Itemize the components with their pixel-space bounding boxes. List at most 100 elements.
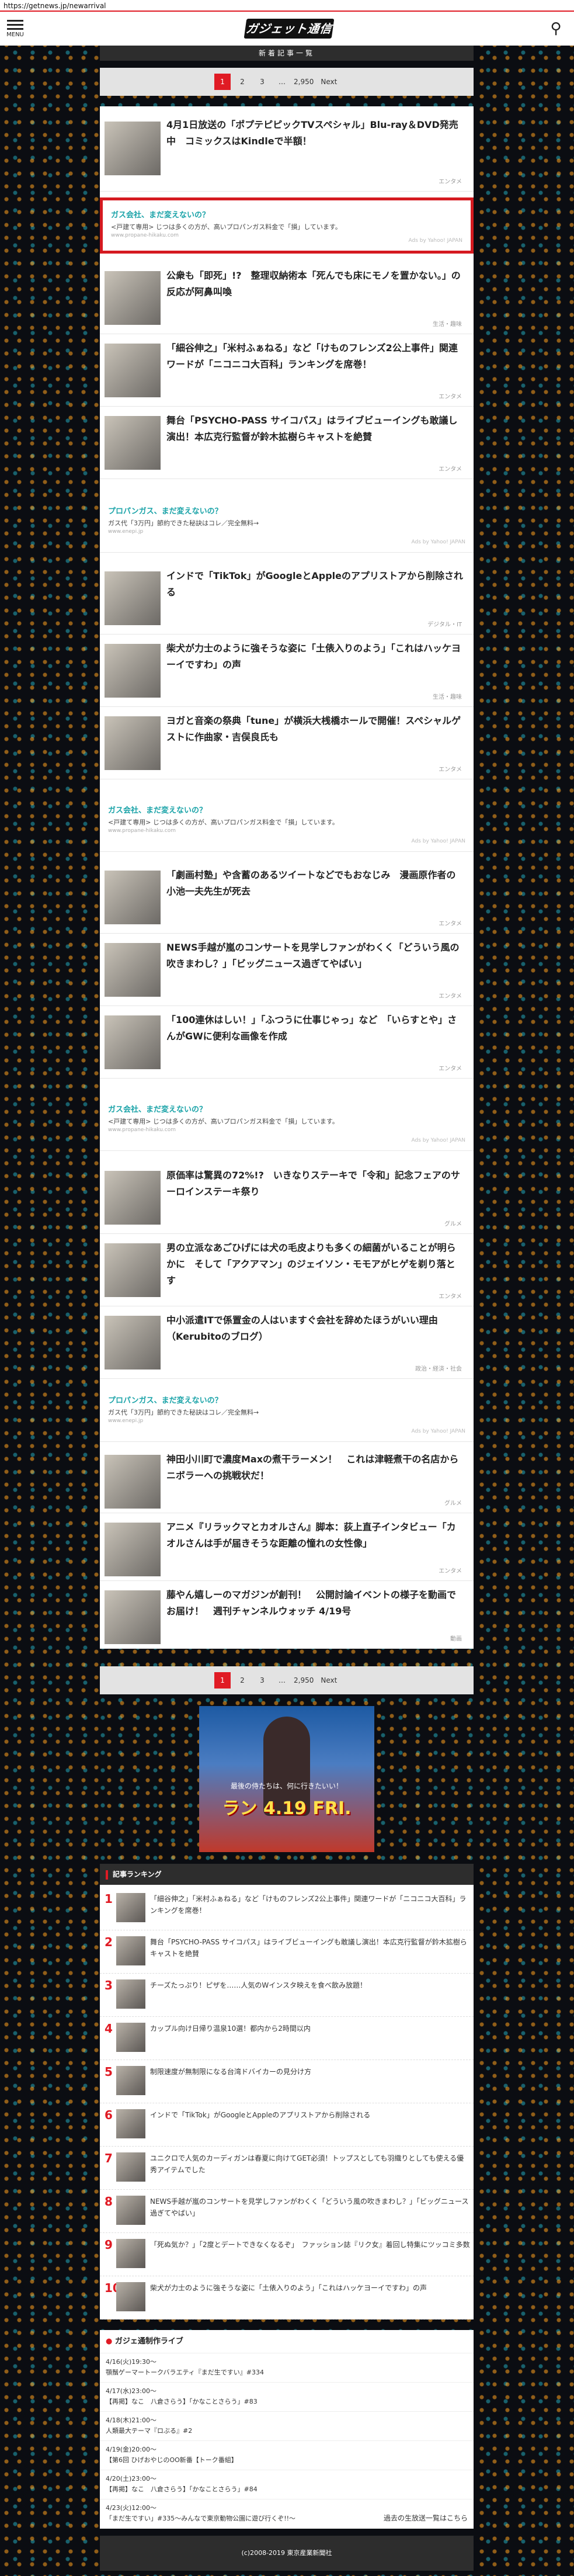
rank-title[interactable]: 制限速度が無制限になる台湾ドバイカーの見分け方 (150, 2066, 470, 2078)
article-item[interactable]: 舞台「PSYCHO-PASS サイコパス」はライブビューイングも敢議し演出！本広… (100, 407, 474, 479)
schedule-title-link[interactable]: 【第6回 ひげおやじのOO新番【トーク番組】 (106, 2455, 468, 2464)
ranking-item[interactable]: 4 カップル向け日帰り温泉10選！都内から2時間以内 (100, 2017, 474, 2060)
article-category[interactable]: 政治・経済・社会 (415, 1364, 462, 1372)
schedule-more-link[interactable]: 過去の生放送一覧はこちら (384, 2513, 468, 2523)
sponsored-ad[interactable]: ガス会社、まだ変えないの？ <戸建て専用> じつは多くの方が、高いプロパンガス料… (100, 796, 474, 852)
article-thumbnail[interactable] (105, 1523, 161, 1576)
article-thumbnail[interactable] (105, 416, 161, 470)
page-link-2[interactable]: 2 (234, 1672, 251, 1689)
article-item[interactable]: 公衆も「即死」!? 整理収納術本「死んでも床にモノを置かない。」の反応が阿鼻叫喚… (100, 262, 474, 334)
article-item[interactable]: NEWS手越が嵐のコンサートを見学しファンがわくく「どういう風の吹きまわし？」「… (100, 934, 474, 1006)
article-category[interactable]: エンタメ (439, 1566, 462, 1575)
schedule-item[interactable]: 4/17(水)23:00〜 【再掲】なこ 八倉さらう】「かなことさらう」#83 (100, 2383, 474, 2412)
ranking-item[interactable]: 8 NEWS手越が嵐のコンサートを見学しファンがわくく「どういう風の吹きまわし？」… (100, 2190, 474, 2233)
article-thumbnail[interactable] (105, 1316, 161, 1370)
rank-thumbnail[interactable] (116, 2196, 145, 2225)
page-link-3[interactable]: 3 (254, 74, 270, 90)
article-title[interactable]: アニメ『リラックマとカオルさん』脚本：荻上直子インタビュー「カオルさんは手が届き… (166, 1519, 464, 1552)
ranking-item[interactable]: 3 チーズたっぷり！ピザを……人気のWインスタ映えを食べ飲み放題！ (100, 1974, 474, 2017)
article-category[interactable]: エンタメ (439, 764, 462, 773)
sponsored-ad[interactable]: ガス会社、まだ変えないの？ <戸建て専用> じつは多くの方が、高いプロパンガス料… (100, 197, 474, 254)
article-category[interactable]: 生活・趣味 (433, 319, 462, 328)
article-item[interactable]: 「細谷伸之」「米村ふぁねる」など「けものフレンズ2公上事件」関連ワードが「ニコニ… (100, 334, 474, 407)
page-link-last[interactable]: 2,950 (294, 1672, 314, 1689)
article-title[interactable]: 「劇画村塾」や含蓄のあるツイートなどでもおなじみ 漫画原作者の小池一夫先生が死去 (166, 867, 464, 900)
page-link-last[interactable]: 2,950 (294, 74, 314, 90)
article-item[interactable]: 男の立派なあごひげには犬の毛皮よりも多くの細菌がいることが明らかに そして「アク… (100, 1234, 474, 1306)
rank-thumbnail[interactable] (116, 2239, 145, 2268)
schedule-item[interactable]: 4/16(火)19:30〜 顎鬚ゲーマートークバラエティ『まだ生ですい』#334 (100, 2353, 474, 2383)
ranking-item[interactable]: 6 インドで「TikTok」がGoogleとAppleのアプリストアから削除される (100, 2103, 474, 2147)
article-thumbnail[interactable] (105, 1455, 161, 1509)
ranking-item[interactable]: 2 舞台「PSYCHO-PASS サイコパス」はライブビューイングも敢議し演出！本… (100, 1930, 474, 1974)
rank-title[interactable]: カップル向け日帰り温泉10選！都内から2時間以内 (150, 2023, 470, 2034)
article-title[interactable]: 藤やん嬉しーのマガジンが創刊！ 公開討論イベントの様子を動画でお届け！ 週刊チャ… (166, 1587, 464, 1620)
rank-thumbnail[interactable] (116, 1893, 145, 1922)
next-page-link[interactable]: Next (317, 1672, 340, 1689)
sponsored-ad[interactable]: プロパンガス、まだ変えないの？ ガス代「3万円」節約できた秘訣はコレ／完全無料→… (100, 1386, 474, 1442)
schedule-title-link[interactable]: 【再掲】なこ 八倉さらう】「かなことさらう」#84 (106, 2484, 468, 2494)
rank-title[interactable]: 「細谷伸之」「米村ふぁねる」など「けものフレンズ2公上事件」関連ワードが「ニコニ… (150, 1893, 470, 1916)
rank-title[interactable]: インドで「TikTok」がGoogleとAppleのアプリストアから削除される (150, 2109, 470, 2121)
article-item[interactable]: ヨガと音楽の祭典「tune」が横浜大桟橋ホールで開催！スペシャルゲストに作曲家・… (100, 707, 474, 779)
page-link-3[interactable]: 3 (254, 1672, 270, 1689)
page-link-1[interactable]: 1 (214, 74, 231, 90)
article-category[interactable]: グルメ (444, 1219, 462, 1228)
article-category[interactable]: デジタル・IT (427, 619, 462, 628)
article-title[interactable]: 4月1日放送の「ポプテピピックTVスペシャル」Blu-ray＆DVD発売中 コミ… (166, 117, 464, 150)
rank-title[interactable]: ユニクロで人気のカーディガンは春夏に向けてGET必須！トップスとしても羽織りとし… (150, 2152, 470, 2176)
article-thumbnail[interactable] (105, 1171, 161, 1225)
ad-title[interactable]: プロパンガス、まだ変えないの？ (108, 1394, 465, 1405)
url-bar[interactable]: https://getnews.jp/newarrival (0, 0, 574, 12)
schedule-title-link[interactable]: 人類最大テーマ『ロぶる』#2 (106, 2426, 468, 2435)
ad-title[interactable]: プロパンガス、まだ変えないの？ (108, 505, 465, 516)
article-item[interactable]: インドで「TikTok」がGoogleとAppleのアプリストアから削除される … (100, 562, 474, 635)
article-thumbnail[interactable] (105, 1243, 161, 1297)
article-thumbnail[interactable] (105, 271, 161, 325)
ad-title[interactable]: ガス会社、まだ変えないの？ (111, 209, 462, 220)
article-category[interactable]: 生活・趣味 (433, 692, 462, 701)
ranking-item[interactable]: 7 ユニクロで人気のカーディガンは春夏に向けてGET必須！トップスとしても羽織りと… (100, 2147, 474, 2190)
page-link-2[interactable]: 2 (234, 74, 251, 90)
ranking-item[interactable]: 1 「細谷伸之」「米村ふぁねる」など「けものフレンズ2公上事件」関連ワードが「ニコ… (100, 1887, 474, 1930)
sponsored-ad[interactable]: プロパンガス、まだ変えないの？ ガス代「3万円」節約できた秘訣はコレ／完全無料→… (100, 497, 474, 553)
schedule-title-link[interactable]: 顎鬚ゲーマートークバラエティ『まだ生ですい』#334 (106, 2367, 468, 2377)
ranking-item[interactable]: 9 「死ぬ気か？」「2度とデートできなくなるぞ」 ファッション誌『リク女』着回し特… (100, 2233, 474, 2276)
article-category[interactable]: エンタメ (439, 391, 462, 400)
article-item[interactable]: 「100連休はしい！」「ふつうに仕事じゃっ」など 「いらすとや」さんがGWに便利… (100, 1006, 474, 1079)
rank-title[interactable]: 舞台「PSYCHO-PASS サイコパス」はライブビューイングも敢議し演出！本広… (150, 1936, 470, 1960)
article-title[interactable]: 神田小川町で濃度Maxの煮干ラーメン！ これは津軽煮干の名店からニボラーへの挑戦… (166, 1451, 464, 1484)
article-thumbnail[interactable] (105, 871, 161, 924)
article-title[interactable]: 「100連休はしい！」「ふつうに仕事じゃっ」など 「いらすとや」さんがGWに便利… (166, 1012, 464, 1045)
article-category[interactable]: グルメ (444, 1498, 462, 1507)
article-title[interactable]: NEWS手越が嵐のコンサートを見学しファンがわくく「どういう風の吹きまわし？」「… (166, 939, 464, 972)
article-title[interactable]: 男の立派なあごひげには犬の毛皮よりも多くの細菌がいることが明らかに そして「アク… (166, 1240, 464, 1289)
article-item[interactable]: 「劇画村塾」や含蓄のあるツイートなどでもおなじみ 漫画原作者の小池一夫先生が死去… (100, 861, 474, 934)
article-category[interactable]: エンタメ (439, 176, 462, 185)
next-page-link[interactable]: Next (317, 74, 340, 90)
rank-thumbnail[interactable] (116, 2282, 145, 2311)
article-category[interactable]: エンタメ (439, 1063, 462, 1072)
article-category[interactable]: エンタメ (439, 464, 462, 473)
ranking-item[interactable]: 5 制限速度が無制限になる台湾ドバイカーの見分け方 (100, 2060, 474, 2103)
ranking-item[interactable]: 10 柴犬が力士のように強そうな姿に「土俵入りのよう」「これはハッケヨーイですわ」… (100, 2276, 474, 2320)
menu-button[interactable]: MENU (5, 18, 26, 38)
article-thumbnail[interactable] (105, 644, 161, 698)
rank-thumbnail[interactable] (116, 1979, 145, 2009)
article-category[interactable]: エンタメ (439, 918, 462, 927)
sponsored-ad[interactable]: ガス会社、まだ変えないの？ <戸建て専用> じつは多くの方が、高いプロパンガス料… (100, 1095, 474, 1151)
rank-thumbnail[interactable] (116, 1936, 145, 1965)
article-title[interactable]: 舞台「PSYCHO-PASS サイコパス」はライブビューイングも敢議し演出！本広… (166, 412, 464, 445)
article-item[interactable]: アニメ『リラックマとカオルさん』脚本：荻上直子インタビュー「カオルさんは手が届き… (100, 1513, 474, 1581)
article-thumbnail[interactable] (105, 344, 161, 397)
article-title[interactable]: ヨガと音楽の祭典「tune」が横浜大桟橋ホールで開催！スペシャルゲストに作曲家・… (166, 713, 464, 746)
article-thumbnail[interactable] (105, 571, 161, 625)
rank-title[interactable]: 柴犬が力士のように強そうな姿に「土俵入りのよう」「これはハッケヨーイですわ」の声 (150, 2282, 470, 2294)
article-thumbnail[interactable] (105, 1590, 161, 1644)
article-item[interactable]: 柴犬が力士のように強そうな姿に「土俵入りのよう」「これはハッケヨーイですわ」の声… (100, 635, 474, 707)
article-thumbnail[interactable] (105, 716, 161, 770)
rank-title[interactable]: NEWS手越が嵐のコンサートを見学しファンがわくく「どういう風の吹きまわし？」「… (150, 2196, 470, 2219)
search-icon[interactable]: ⚲ (546, 19, 566, 39)
article-category[interactable]: 動画 (450, 1634, 462, 1642)
rank-thumbnail[interactable] (116, 2066, 145, 2095)
